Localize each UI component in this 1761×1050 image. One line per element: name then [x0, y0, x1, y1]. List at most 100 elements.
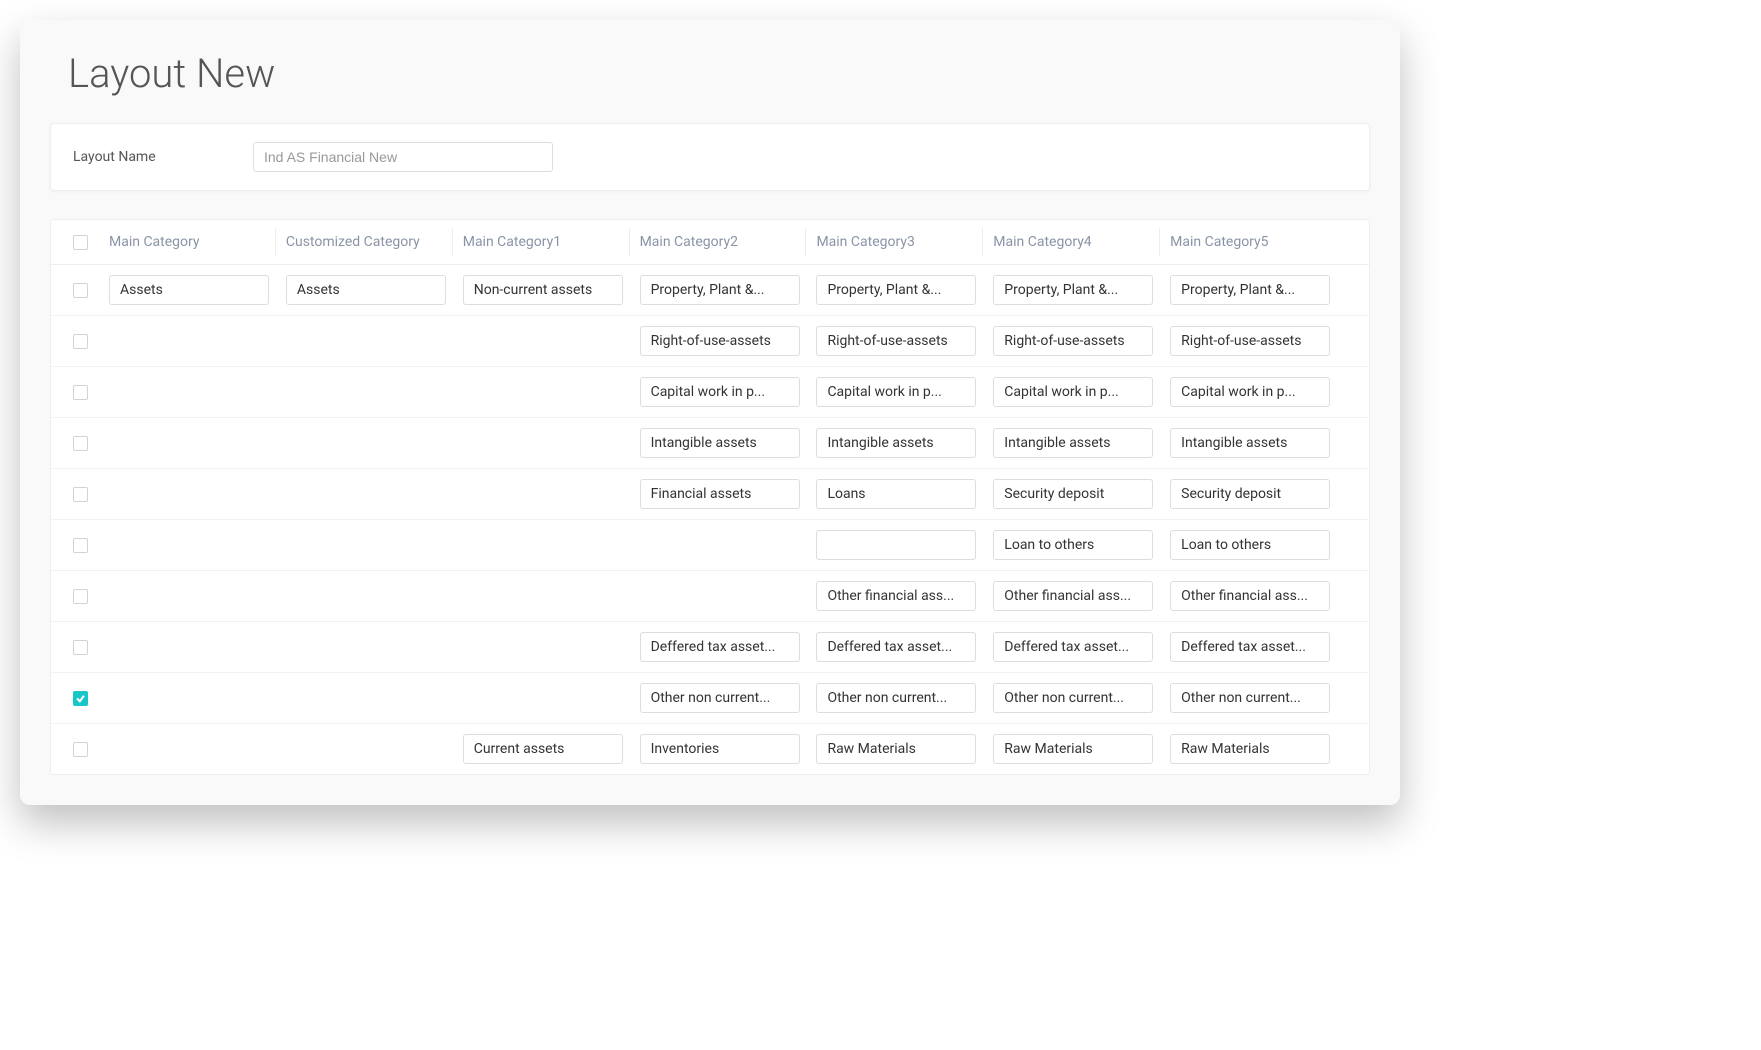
layout-name-label: Layout Name — [73, 149, 253, 165]
cell-input[interactable]: Other non current... — [1170, 683, 1330, 713]
cell: Right-of-use-assets — [816, 326, 993, 356]
cell-input[interactable]: Security deposit — [1170, 479, 1330, 509]
cell-input[interactable]: Property, Plant &... — [1170, 275, 1330, 305]
col-main-category4: Main Category4 — [993, 234, 1170, 250]
table-row: Assets Assets Non-current assets Property, … — [51, 265, 1369, 316]
cell-input[interactable]: Non-current assets — [463, 275, 623, 305]
cell-input[interactable]: Capital work in p... — [993, 377, 1153, 407]
cell-input[interactable]: Capital work in p... — [640, 377, 800, 407]
cell: Property, Plant &... — [816, 275, 993, 305]
row-checkbox[interactable] — [73, 487, 88, 502]
page-title: Layout New — [68, 50, 1370, 97]
cell-input[interactable]: Deffered tax asset... — [640, 632, 800, 662]
cell-input[interactable]: Intangible assets — [1170, 428, 1330, 458]
cell: Inventories — [640, 734, 817, 764]
cell-input[interactable]: Deffered tax asset... — [816, 632, 976, 662]
cell: Deffered tax asset... — [1170, 632, 1347, 662]
cell-input[interactable]: Intangible assets — [993, 428, 1153, 458]
cell: Intangible assets — [993, 428, 1170, 458]
cell: Non-current assets — [463, 275, 640, 305]
cell-input[interactable]: Assets — [286, 275, 446, 305]
cell: Other non current... — [816, 683, 993, 713]
cell: Intangible assets — [640, 428, 817, 458]
cell: Loan to others — [993, 530, 1170, 560]
row-checkbox[interactable] — [73, 589, 88, 604]
cell-input[interactable]: Other non current... — [993, 683, 1153, 713]
cell: Raw Materials — [1170, 734, 1347, 764]
cell-input[interactable]: Loan to others — [1170, 530, 1330, 560]
cell: Deffered tax asset... — [816, 632, 993, 662]
cell — [816, 530, 993, 560]
row-checkbox[interactable] — [73, 640, 88, 655]
cell: Loan to others — [1170, 530, 1347, 560]
cell: Capital work in p... — [1170, 377, 1347, 407]
cell-input[interactable]: Assets — [109, 275, 269, 305]
row-checkbox[interactable] — [73, 538, 88, 553]
row-checkbox[interactable] — [73, 334, 88, 349]
cell-input[interactable]: Right-of-use-assets — [1170, 326, 1330, 356]
table-row: Loan to others Loan to others — [51, 520, 1369, 571]
cell: Deffered tax asset... — [993, 632, 1170, 662]
cell-input[interactable]: Financial assets — [640, 479, 800, 509]
cell: Other non current... — [993, 683, 1170, 713]
cell-input[interactable]: Current assets — [463, 734, 623, 764]
cell: Capital work in p... — [816, 377, 993, 407]
cell-input[interactable]: Security deposit — [993, 479, 1153, 509]
cell-input[interactable]: Other financial ass... — [993, 581, 1153, 611]
cell: Deffered tax asset... — [640, 632, 817, 662]
cell: Right-of-use-assets — [993, 326, 1170, 356]
row-checkbox[interactable] — [73, 283, 88, 298]
row-checkbox[interactable] — [73, 436, 88, 451]
table-row: Intangible assets Intangible assets Intang… — [51, 418, 1369, 469]
table-row: Deffered tax asset... Deffered tax asset.… — [51, 622, 1369, 673]
cell: Capital work in p... — [993, 377, 1170, 407]
cell: Other financial ass... — [993, 581, 1170, 611]
col-main-category3: Main Category3 — [816, 234, 993, 250]
cell: Assets — [286, 275, 463, 305]
cell: Raw Materials — [993, 734, 1170, 764]
cell-input[interactable]: Raw Materials — [816, 734, 976, 764]
layout-card: Layout New Layout Name Main Category Cus… — [20, 20, 1400, 805]
col-main-category2: Main Category2 — [640, 234, 817, 250]
cell-input[interactable]: Property, Plant &... — [816, 275, 976, 305]
row-checkbox[interactable] — [73, 742, 88, 757]
cell: Property, Plant &... — [993, 275, 1170, 305]
cell-input[interactable]: Other financial ass... — [1170, 581, 1330, 611]
cell-input[interactable]: Raw Materials — [1170, 734, 1330, 764]
row-checkbox[interactable] — [73, 691, 88, 706]
cell-input[interactable]: Loans — [816, 479, 976, 509]
cell-input[interactable]: Property, Plant &... — [993, 275, 1153, 305]
cell-input[interactable]: Intangible assets — [816, 428, 976, 458]
cell-input[interactable]: Loan to others — [993, 530, 1153, 560]
table-header-row: Main Category Customized Category Main C… — [51, 220, 1369, 265]
row-checkbox[interactable] — [73, 385, 88, 400]
cell-input[interactable]: Raw Materials — [993, 734, 1153, 764]
cell: Right-of-use-assets — [640, 326, 817, 356]
cell-input[interactable]: Deffered tax asset... — [993, 632, 1153, 662]
col-customized-category: Customized Category — [286, 234, 463, 250]
table-row: Capital work in p... Capital work in p...… — [51, 367, 1369, 418]
cell: Assets — [109, 275, 286, 305]
cell-input[interactable]: Right-of-use-assets — [993, 326, 1153, 356]
cell-input[interactable] — [816, 530, 976, 560]
cell-input[interactable]: Property, Plant &... — [640, 275, 800, 305]
col-main-category: Main Category — [109, 234, 286, 250]
cell-input[interactable]: Inventories — [640, 734, 800, 764]
cell-input[interactable]: Capital work in p... — [1170, 377, 1330, 407]
cell-input[interactable]: Other non current... — [640, 683, 800, 713]
cell-input[interactable]: Other financial ass... — [816, 581, 976, 611]
cell-input[interactable]: Capital work in p... — [816, 377, 976, 407]
cell: Other financial ass... — [816, 581, 993, 611]
cell-input[interactable]: Other non current... — [816, 683, 976, 713]
cell: Loans — [816, 479, 993, 509]
layout-name-input[interactable] — [253, 142, 553, 172]
cell-input[interactable]: Deffered tax asset... — [1170, 632, 1330, 662]
select-all-checkbox[interactable] — [73, 235, 88, 250]
cell-input[interactable]: Right-of-use-assets — [816, 326, 976, 356]
table-row: Other non current... Other non current...… — [51, 673, 1369, 724]
cell: Financial assets — [640, 479, 817, 509]
layout-name-panel: Layout Name — [50, 123, 1370, 191]
cell-input[interactable]: Right-of-use-assets — [640, 326, 800, 356]
cell: Intangible assets — [1170, 428, 1347, 458]
cell-input[interactable]: Intangible assets — [640, 428, 800, 458]
